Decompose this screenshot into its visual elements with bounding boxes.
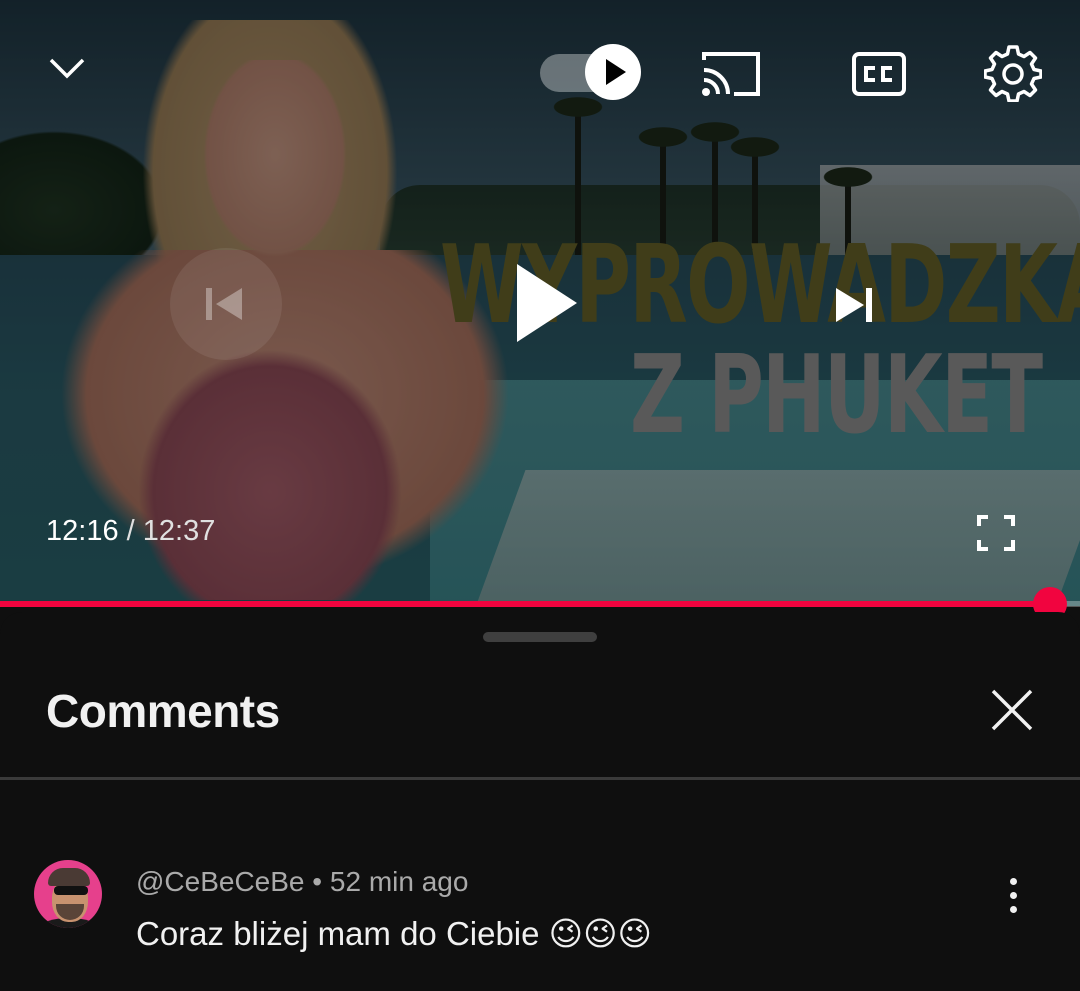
time-display: 12:16 / 12:37 xyxy=(46,515,215,548)
drag-handle[interactable] xyxy=(483,632,597,642)
play-icon xyxy=(585,44,641,100)
progress-bar[interactable] xyxy=(0,587,1080,621)
more-options-icon[interactable] xyxy=(998,876,1028,916)
comments-panel: Comments @CeBeCeBe • 52 min ago Coraz bl… xyxy=(0,612,1080,991)
current-time: 12:16 xyxy=(46,515,119,547)
avatar[interactable] xyxy=(34,860,102,928)
progress-fill xyxy=(0,601,1050,607)
play-button[interactable] xyxy=(505,260,585,350)
meta-separator: • xyxy=(304,866,330,897)
skip-previous-button[interactable] xyxy=(170,248,282,360)
comment-text: Coraz bliżej mam do Ciebie 😉😉😉 xyxy=(136,915,652,952)
skip-previous-icon xyxy=(206,288,242,320)
cast-icon[interactable] xyxy=(700,48,762,100)
comments-title: Comments xyxy=(46,685,280,737)
comment-item: @CeBeCeBe • 52 min ago Coraz bliżej mam … xyxy=(0,852,1080,972)
autoplay-toggle[interactable] xyxy=(540,44,642,102)
divider xyxy=(0,777,1080,780)
close-icon[interactable] xyxy=(988,686,1036,734)
fullscreen-icon[interactable] xyxy=(976,514,1016,552)
video-player[interactable]: WYPROWADZKA Z PHUKET 12:16 / 12:37 xyxy=(0,0,1080,606)
play-icon xyxy=(517,264,577,342)
duration: 12:37 xyxy=(142,515,216,547)
comment-time: 52 min ago xyxy=(329,866,469,897)
cc-icon[interactable] xyxy=(852,50,906,98)
chevron-down-icon[interactable] xyxy=(45,50,89,86)
skip-next-button[interactable] xyxy=(832,280,880,330)
comment-author[interactable]: @CeBeCeBe xyxy=(136,866,305,897)
skip-next-icon xyxy=(836,288,872,322)
comment-meta: @CeBeCeBe • 52 min ago xyxy=(136,866,468,898)
gear-icon[interactable] xyxy=(983,44,1043,103)
time-separator: / xyxy=(118,515,143,547)
